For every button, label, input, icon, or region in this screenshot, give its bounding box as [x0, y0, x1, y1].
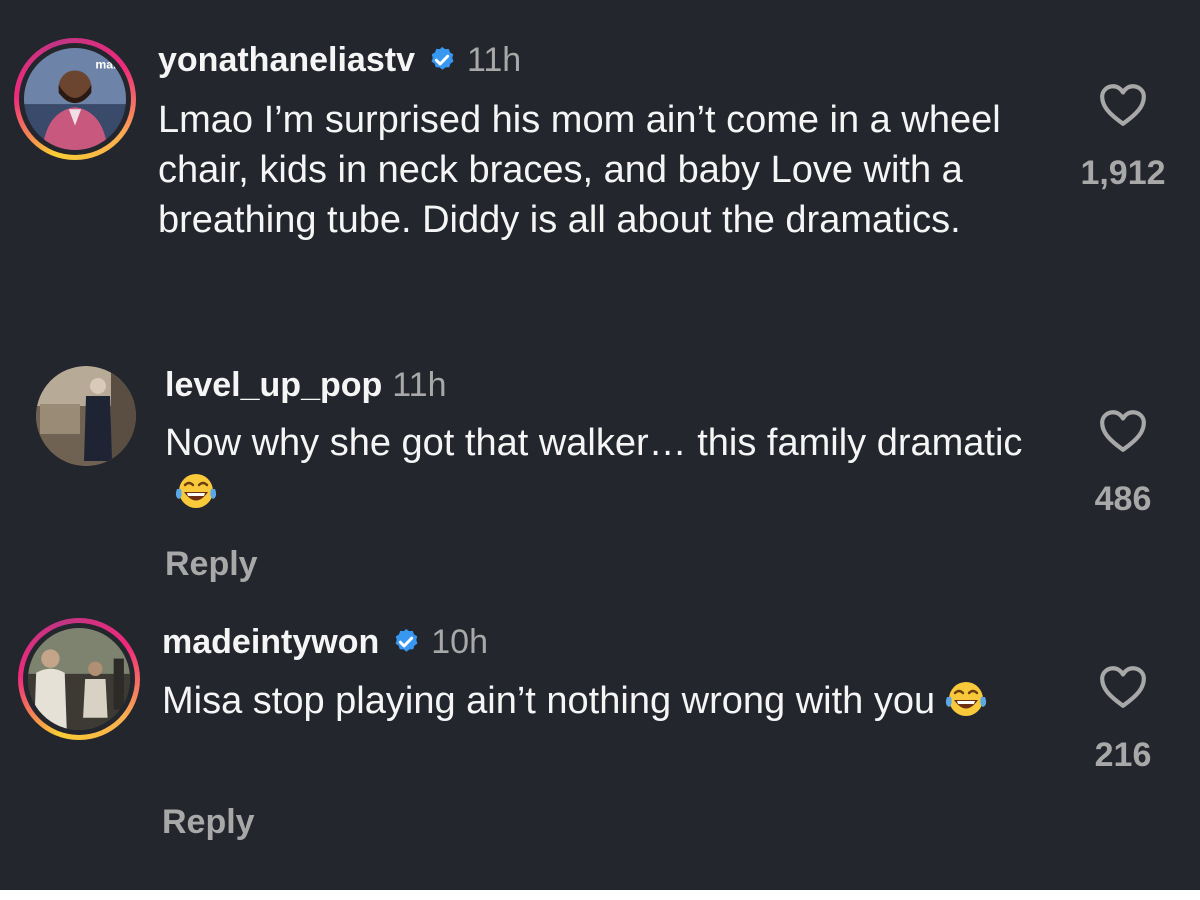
like-column: 1,912: [1058, 82, 1188, 193]
comment-header: level_up_pop 11h: [165, 363, 447, 407]
comment-text-block: Misa stop playing ain’t nothing wrong wi…: [162, 676, 1042, 726]
comment-timestamp: 11h: [392, 365, 447, 404]
comment-text: Now why she got that walker… this family…: [165, 422, 1023, 464]
reply-button[interactable]: Reply: [162, 803, 255, 842]
laughing-tears-emoji-icon: 😂: [943, 679, 987, 716]
reply-button[interactable]: Reply: [165, 545, 258, 584]
like-column: 486: [1058, 408, 1188, 519]
avatar-badge-text: marl: [95, 57, 121, 71]
comment-timestamp: 11h: [466, 40, 522, 79]
avatar: marl: [24, 48, 126, 150]
avatar-photo: [36, 366, 136, 466]
comment-header: madeintywon 10h: [162, 620, 488, 664]
heart-outline-icon[interactable]: [1098, 408, 1148, 454]
avatar-ring-gap: [23, 623, 135, 735]
verified-badge-icon: [431, 46, 454, 70]
comment-text-block: Now why she got that walker… this family…: [165, 418, 1045, 518]
emoji-text: 😂: [173, 471, 175, 472]
like-count: 486: [1094, 480, 1152, 518]
heart-outline-icon[interactable]: [1098, 664, 1148, 710]
comment-header: yonathaneliastv 11h: [158, 38, 521, 82]
verified-badge-icon: [395, 628, 418, 652]
comment-text: Misa stop playing ain’t nothing wrong wi…: [162, 680, 936, 722]
like-column: 216: [1058, 664, 1188, 775]
laughing-tears-emoji-icon: 😂: [173, 471, 217, 508]
username[interactable]: madeintywon: [162, 623, 379, 662]
username[interactable]: yonathaneliastv: [158, 41, 415, 80]
comment-text: Lmao I’m surprised his mom ain’t come in…: [158, 99, 1001, 241]
avatar-story-ring[interactable]: [18, 618, 140, 740]
comments-screen: marl yonathaneliastv 11h Lmao I’m surpri…: [0, 0, 1200, 890]
heart-outline-icon[interactable]: [1098, 82, 1148, 128]
avatar: [28, 628, 130, 730]
avatar[interactable]: [36, 366, 136, 466]
avatar-story-ring[interactable]: marl: [14, 38, 136, 160]
username[interactable]: level_up_pop: [165, 366, 382, 405]
emoji-text: 😂: [943, 679, 945, 680]
like-count: 216: [1094, 736, 1152, 774]
avatar-ring-gap: marl: [19, 43, 131, 155]
comment-timestamp: 10h: [431, 622, 488, 661]
like-count: 1,912: [1080, 154, 1166, 192]
